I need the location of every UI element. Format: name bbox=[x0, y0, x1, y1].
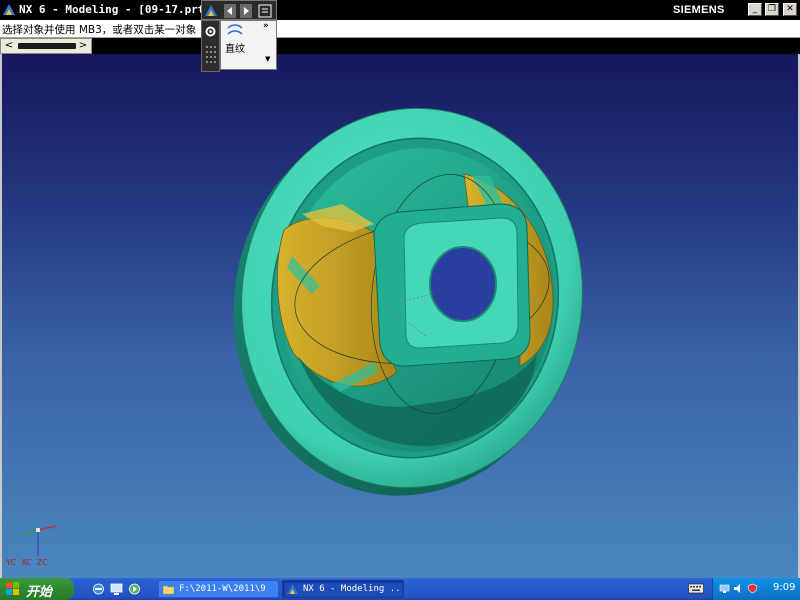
popup-toolbar bbox=[201, 0, 277, 20]
taskbar-item-folder[interactable]: F:\2011-W\2011\9 bbox=[158, 580, 279, 598]
keyboard-icon[interactable] bbox=[688, 582, 704, 595]
more-button[interactable]: » bbox=[263, 21, 269, 31]
popup-side-bar bbox=[201, 20, 220, 72]
desktop-icon[interactable] bbox=[110, 582, 123, 596]
taskbar-item-nx[interactable]: NX 6 - Modeling ... bbox=[282, 580, 404, 598]
network-icon[interactable] bbox=[719, 583, 730, 594]
nx-logo-icon[interactable] bbox=[2, 3, 16, 17]
taskbar: 开始 F:\2011-W\2011\9 NX 6 - Modeling ... bbox=[0, 578, 800, 600]
security-icon[interactable] bbox=[747, 583, 758, 594]
axis-triad-icon bbox=[21, 525, 57, 556]
ruled-surface-icon[interactable] bbox=[227, 24, 243, 36]
dropdown-arrow-icon[interactable]: ▼ bbox=[265, 55, 270, 63]
siemens-logo: SIEMENS bbox=[673, 4, 725, 16]
restore-button[interactable]: ❐ bbox=[765, 3, 779, 16]
clock[interactable]: 9:09 bbox=[773, 582, 795, 593]
ruled-command-label[interactable]: 直纹 bbox=[225, 40, 245, 55]
window-title: NX 6 - Modeling - [09-17.prt] bbox=[19, 3, 212, 16]
arrow-right-icon[interactable] bbox=[240, 4, 252, 18]
menu-icon[interactable] bbox=[258, 4, 272, 18]
arrow-left-icon[interactable] bbox=[224, 4, 236, 18]
ie-icon[interactable] bbox=[92, 582, 105, 596]
toolbar-scroll[interactable]: < > bbox=[0, 38, 92, 54]
start-label: 开始 bbox=[26, 585, 53, 600]
nx-logo-icon bbox=[287, 584, 298, 594]
scroll-left-button[interactable]: < bbox=[2, 40, 16, 52]
ruled-command-panel[interactable]: » 直纹 ▼ bbox=[220, 20, 277, 70]
wcs-label: YC XC ZC bbox=[6, 558, 48, 567]
close-button[interactable]: ✕ bbox=[783, 3, 797, 16]
prompt-bar: 选择对象并使用 MB3，或者双击某一对象 bbox=[0, 20, 800, 38]
start-button[interactable]: 开始 bbox=[0, 578, 74, 600]
gear-icon[interactable] bbox=[204, 25, 217, 38]
scroll-thumb[interactable] bbox=[18, 43, 76, 49]
scroll-right-button[interactable]: > bbox=[76, 40, 90, 52]
volume-icon[interactable] bbox=[733, 583, 744, 594]
media-icon[interactable] bbox=[128, 582, 141, 596]
part-model[interactable] bbox=[2, 54, 800, 578]
taskbar-item-label: NX 6 - Modeling ... bbox=[303, 584, 401, 594]
selection-popup: » 直纹 ▼ bbox=[201, 0, 277, 72]
prompt-text: 选择对象并使用 MB3，或者双击某一对象 bbox=[2, 24, 197, 36]
graphics-viewport[interactable]: YC XC ZC bbox=[0, 54, 800, 578]
folder-icon bbox=[163, 585, 174, 595]
system-tray: 9:09 bbox=[712, 578, 800, 600]
title-bar: NX 6 - Modeling - [09-17.prt] SIEMENS _ … bbox=[0, 0, 800, 20]
minimize-button[interactable]: _ bbox=[748, 3, 762, 16]
windows-logo-icon bbox=[6, 582, 19, 595]
nx-logo-icon[interactable] bbox=[204, 4, 218, 18]
grip-icon[interactable] bbox=[205, 45, 217, 69]
taskbar-item-label: F:\2011-W\2011\9 bbox=[179, 584, 266, 594]
